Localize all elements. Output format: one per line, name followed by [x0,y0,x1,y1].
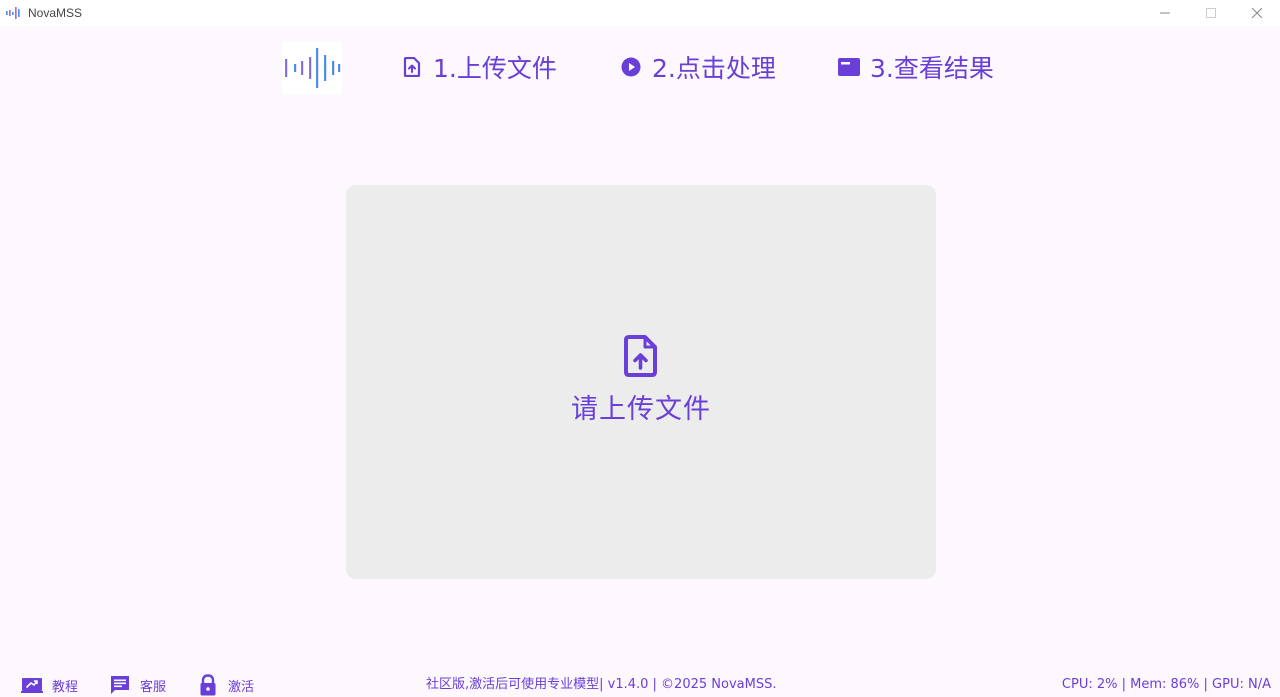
dropzone-text: 请上传文件 [571,393,711,425]
title-bar: NovaMSS [0,0,1280,26]
support-label: 客服 [140,679,167,695]
file-upload-icon [401,56,423,78]
file-upload-icon [624,334,657,377]
play-circle-icon [620,56,642,78]
version-info: 社区版,激活后可使用专业模型| v1.4.0 | ©2025 NovaMSS. [426,677,777,692]
step-upload[interactable]: 1.上传文件 [401,50,557,84]
minimize-button[interactable] [1142,0,1188,26]
activate-label: 激活 [228,679,255,695]
tutorial-label: 教程 [52,679,79,695]
upload-dropzone[interactable]: 请上传文件 [346,185,936,579]
window-controls [1142,0,1280,26]
step-navigation: 1.上传文件 2.点击处理 3.查看结果 [0,38,1280,98]
step-results[interactable]: 3.查看结果 [838,50,994,84]
tutorial-link[interactable]: 教程 [21,673,78,697]
maximize-icon [1206,8,1216,18]
tutorial-icon [21,675,43,695]
step-results-label: 3.查看结果 [870,54,994,83]
close-icon [1252,8,1262,18]
window-title: NovaMSS [28,6,83,20]
system-stats: CPU: 2% | Mem: 86% | GPU: N/A [1061,677,1271,692]
minimize-icon [1160,12,1170,14]
app-logo-icon [6,6,24,20]
step-process-label: 2.点击处理 [652,54,776,83]
activate-link[interactable]: 激活 [197,673,254,697]
lock-icon [197,674,219,696]
result-window-icon [838,56,860,78]
support-link[interactable]: 客服 [109,673,166,697]
status-footer: 教程 客服 激活 社区版,激活后可使用专业模型| v1.4.0 | ©2025 … [0,673,1280,697]
step-process[interactable]: 2.点击处理 [620,50,776,84]
close-button[interactable] [1234,0,1280,26]
step-upload-label: 1.上传文件 [433,54,557,83]
maximize-button[interactable] [1188,0,1234,26]
brand-logo-icon [282,42,342,94]
chat-icon [109,675,131,695]
